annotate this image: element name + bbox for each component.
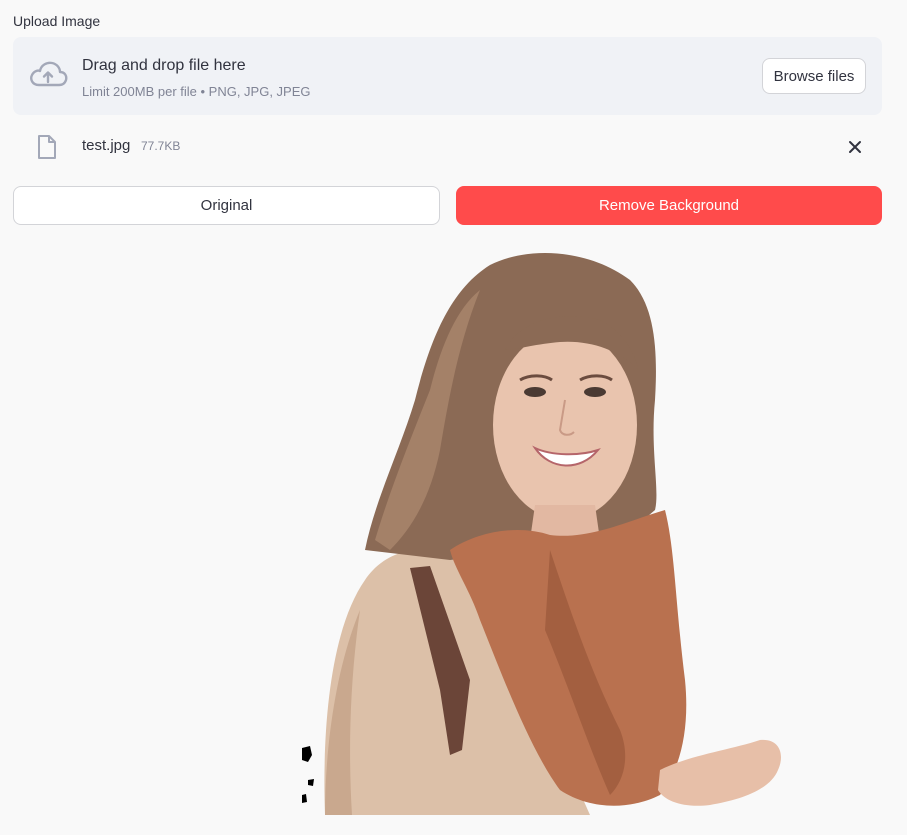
cloud-upload-icon <box>30 61 68 87</box>
remove-background-button[interactable]: Remove Background <box>456 186 882 225</box>
upload-image-label: Upload Image <box>13 13 101 29</box>
file-icon <box>38 135 56 159</box>
dropzone-title: Drag and drop file here <box>82 57 246 74</box>
file-size: 77.7KB <box>141 139 181 153</box>
file-dropzone[interactable]: Drag and drop file here Limit 200MB per … <box>13 37 882 115</box>
browse-files-button[interactable]: Browse files <box>762 58 866 94</box>
original-button[interactable]: Original <box>13 186 440 225</box>
background-removed-image <box>302 253 781 815</box>
file-name: test.jpg <box>82 137 131 154</box>
dropzone-limit-text: Limit 200MB per file • PNG, JPG, JPEG <box>82 84 311 99</box>
close-icon[interactable] <box>844 136 866 158</box>
uploaded-file-row: test.jpg 77.7KB <box>13 128 882 166</box>
face-shape <box>493 330 637 520</box>
